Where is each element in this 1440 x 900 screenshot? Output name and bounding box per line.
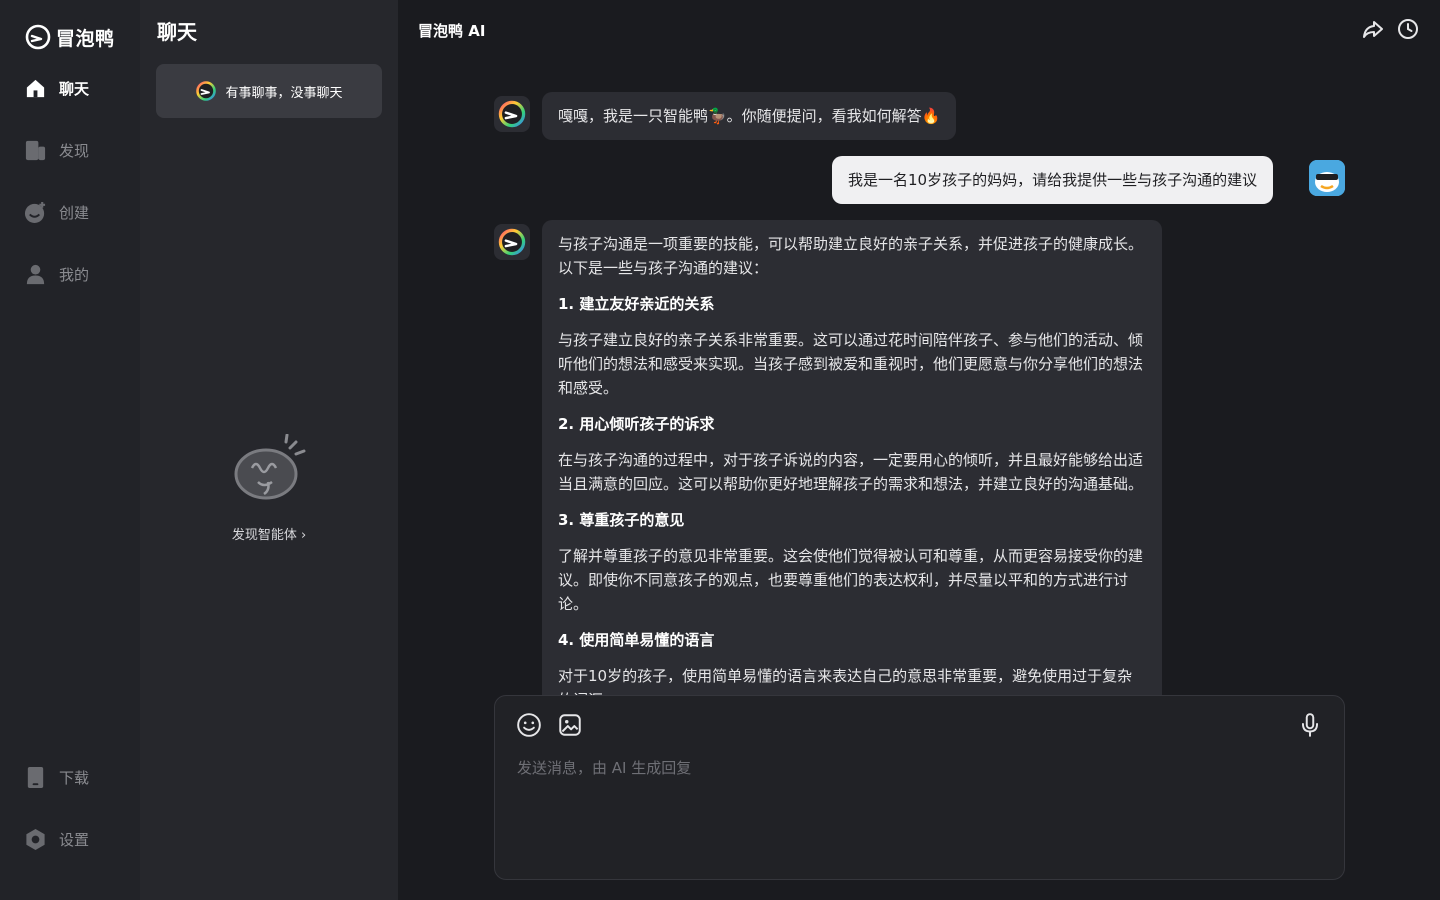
- nav-item-create[interactable]: 创建: [24, 198, 89, 226]
- answer-paragraph: 了解并尊重孩子的意见非常重要。这会使他们觉得被认可和尊重，从而更容易接受你的建议…: [558, 547, 1144, 613]
- nav-label: 创建: [59, 203, 90, 222]
- history-clock-icon[interactable]: [1396, 17, 1420, 41]
- create-icon: [24, 201, 46, 223]
- duck-avatar-icon: [196, 81, 217, 101]
- answer-paragraph: 与孩子建立良好的亲子关系非常重要。这可以通过花时间陪伴孩子、参与他们的活动、倾听…: [558, 331, 1144, 397]
- panel-title: 聊天: [157, 20, 197, 44]
- chat-title: 冒泡鸭 AI: [418, 22, 486, 40]
- answer-heading: 2. 用心倾听孩子的诉求: [558, 415, 715, 433]
- app-logo[interactable]: 冒泡鸭: [24, 22, 115, 52]
- bot-avatar: [494, 224, 530, 260]
- bot-greeting-bubble: 嘎嘎，我是一只智能鸭🦆。你随便提问，看我如何解答🔥: [542, 92, 957, 140]
- profile-icon: [26, 264, 45, 284]
- bot-answer-bubble: 与孩子沟通是一项重要的技能，可以帮助建立良好的亲子关系，并促进孩子的健康成长。以…: [542, 220, 1162, 695]
- settings-icon: [26, 828, 45, 850]
- home-icon: [26, 79, 45, 97]
- discover-icon: [25, 140, 46, 160]
- answer-heading: 3. 尊重孩子的意见: [558, 511, 685, 529]
- emoji-icon[interactable]: [516, 712, 542, 738]
- cool-duck-avatar-icon: [1309, 160, 1345, 196]
- nav-item-profile[interactable]: 我的: [24, 260, 89, 288]
- answer-heading: 4. 使用简单易懂的语言: [558, 631, 715, 649]
- nav-item-settings[interactable]: 设置: [24, 825, 89, 853]
- nav-item-chat[interactable]: 聊天: [24, 74, 89, 102]
- message-input[interactable]: [517, 756, 1317, 780]
- left-nav: 冒泡鸭 聊天 发现 创建 我的 下载 设置: [0, 0, 140, 900]
- answer-intro: 与孩子沟通是一项重要的技能，可以帮助建立良好的亲子关系，并促进孩子的健康成长。以…: [558, 235, 1144, 277]
- conversation-item[interactable]: 有事聊事，没事聊天: [156, 64, 382, 118]
- nav-label: 下载: [59, 768, 90, 787]
- empty-chat-bubble-icon: [234, 434, 306, 500]
- chat-main: 冒泡鸭 AI 嘎嘎，我是一只智能鸭🦆。你随便提问，看我如何解答🔥 我是一名10岁…: [398, 0, 1440, 900]
- nav-item-discover[interactable]: 发现: [24, 136, 89, 164]
- nav-item-download[interactable]: 下载: [24, 763, 89, 791]
- user-message-bubble: 我是一名10岁孩子的妈妈，请给我提供一些与孩子沟通的建议: [832, 156, 1274, 204]
- nav-label: 聊天: [59, 79, 90, 98]
- duck-logo-icon: [25, 24, 51, 50]
- logo-text: 冒泡鸭: [56, 27, 115, 50]
- user-avatar: [1309, 160, 1345, 196]
- nav-label: 设置: [59, 830, 90, 849]
- answer-paragraph: 在与孩子沟通的过程中，对于孩子诉说的内容，一定要用心的倾听，并且最好能够给出适当…: [558, 451, 1144, 493]
- conversation-label: 有事聊事，没事聊天: [225, 85, 343, 101]
- bot-avatar: [494, 96, 530, 132]
- message-composer: [494, 695, 1345, 880]
- discover-agents-link[interactable]: 发现智能体 ›: [140, 524, 398, 543]
- duck-avatar-icon: [498, 228, 526, 256]
- answer-heading: 1. 建立友好亲近的关系: [558, 295, 715, 313]
- answer-paragraph: 对于10岁的孩子，使用简单易懂的语言来表达自己的意思非常重要，避免使用过于复杂的…: [558, 667, 1133, 695]
- nav-label: 我的: [59, 265, 90, 284]
- download-icon: [27, 766, 44, 788]
- chat-list-panel: 聊天 有事聊事，没事聊天 发现智能体 ›: [140, 0, 398, 900]
- nav-label: 发现: [59, 141, 90, 160]
- duck-avatar-icon: [498, 100, 526, 128]
- image-upload-icon[interactable]: [557, 712, 583, 738]
- microphone-icon[interactable]: [1297, 712, 1323, 738]
- share-icon[interactable]: [1361, 17, 1385, 41]
